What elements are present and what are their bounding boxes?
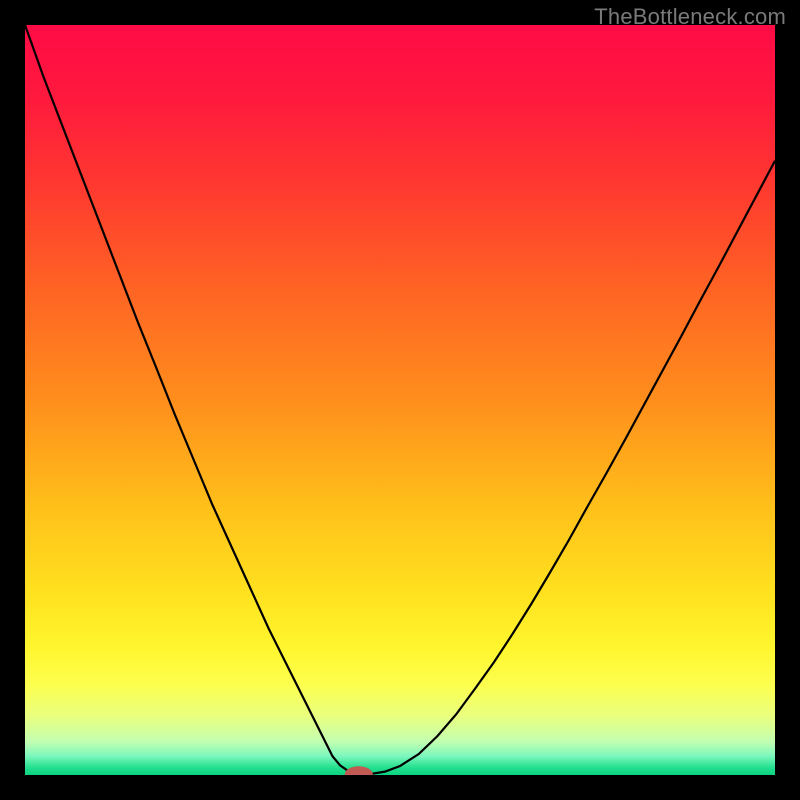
watermark-text: TheBottleneck.com [594,4,786,30]
optimal-point-marker [345,766,373,782]
bottleneck-chart [0,0,800,800]
gradient-background [25,25,775,775]
chart-frame: TheBottleneck.com [0,0,800,800]
